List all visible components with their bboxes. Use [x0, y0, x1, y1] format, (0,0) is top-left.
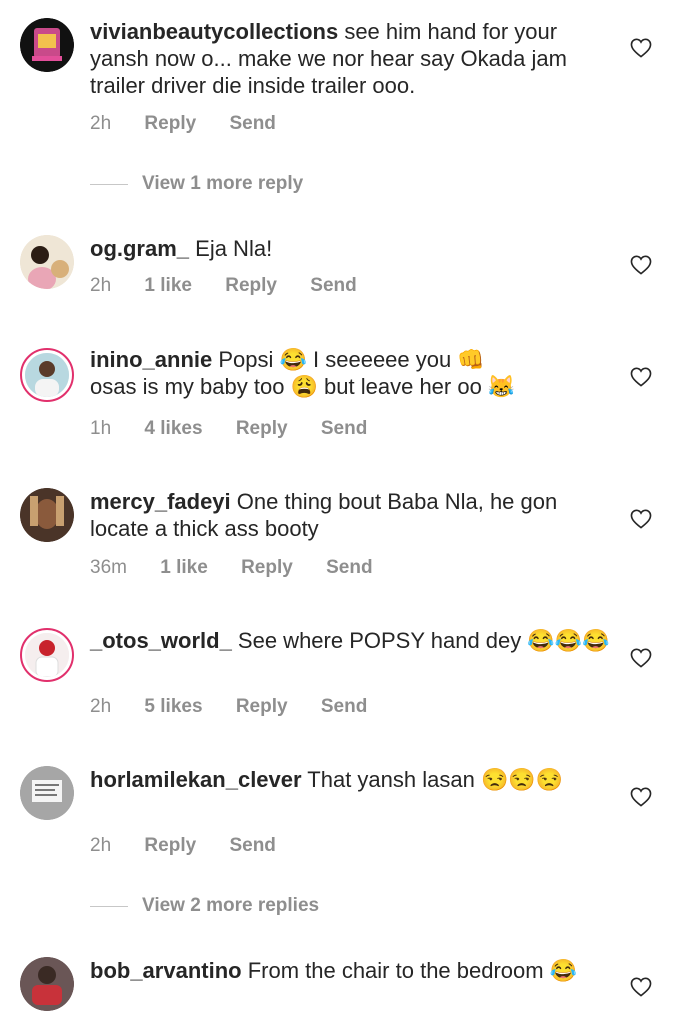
view-more-replies-button[interactable]: View 2 more replies: [90, 895, 319, 917]
avatar[interactable]: [20, 348, 74, 402]
comment-body-line: osas is my baby too 😩 but leave her oo 😹: [90, 374, 516, 399]
comment-meta: 36m 1 like Reply Send: [90, 557, 401, 579]
reply-button[interactable]: Reply: [144, 113, 196, 134]
comment-body: That yansh lasan 😒😒😒: [301, 767, 564, 792]
divider-line: [90, 905, 128, 907]
comment-body: See where POPSY hand dey 😂😂😂: [231, 628, 610, 653]
heart-outline-icon[interactable]: [630, 38, 652, 58]
comment-meta: 2h 1 like Reply Send: [90, 275, 385, 297]
view-more-label: View 2 more replies: [142, 895, 320, 916]
comment-username[interactable]: bob_arvantino: [90, 958, 242, 983]
comment-meta: 1h 4 likes Reply Send: [90, 418, 395, 440]
comment-username[interactable]: mercy_fadeyi: [90, 489, 231, 514]
comment-text: horlamilekan_clever That yansh lasan 😒😒😒: [90, 766, 610, 793]
comment-time: 2h: [90, 275, 112, 296]
send-button[interactable]: Send: [326, 557, 372, 578]
reply-button[interactable]: Reply: [236, 696, 288, 717]
comment-time: 36m: [90, 557, 127, 578]
reply-button[interactable]: Reply: [225, 275, 277, 296]
heart-outline-icon[interactable]: [630, 255, 652, 275]
comment-body: From the chair to the bedroom 😂: [241, 958, 578, 983]
comment-text: vivianbeautycollections see him hand for…: [90, 18, 610, 99]
comment-time: 2h: [90, 835, 112, 856]
avatar[interactable]: [20, 628, 74, 682]
send-button[interactable]: Send: [321, 418, 367, 439]
avatar[interactable]: [20, 957, 74, 1011]
send-button[interactable]: Send: [229, 113, 275, 134]
heart-outline-icon[interactable]: [630, 367, 652, 387]
like-count[interactable]: 4 likes: [144, 418, 202, 439]
avatar-image: [20, 235, 74, 289]
view-more-replies-button[interactable]: View 1 more reply: [90, 173, 303, 195]
avatar[interactable]: [20, 235, 74, 289]
comment-text: _otos_world_ See where POPSY hand dey 😂😂…: [90, 627, 610, 654]
send-button[interactable]: Send: [310, 275, 356, 296]
send-button[interactable]: Send: [321, 696, 367, 717]
avatar[interactable]: [20, 488, 74, 542]
comment-time: 1h: [90, 418, 112, 439]
comment-text: inino_annie Popsi 😂 I seeeeee you 👊 osas…: [90, 346, 610, 400]
reply-button[interactable]: Reply: [241, 557, 293, 578]
comment-username[interactable]: og.gram_: [90, 236, 189, 261]
comment-time: 2h: [90, 696, 112, 717]
like-count[interactable]: 1 like: [160, 557, 208, 578]
comment-username[interactable]: horlamilekan_clever: [90, 767, 302, 792]
avatar[interactable]: [20, 18, 74, 72]
comment-username[interactable]: inino_annie: [90, 347, 212, 372]
comment-meta: 2h Reply Send: [90, 835, 304, 857]
comment-body: Eja Nla!: [189, 236, 273, 261]
avatar-image: [20, 766, 74, 820]
divider-line: [90, 183, 128, 185]
comment-text: bob_arvantino From the chair to the bedr…: [90, 957, 610, 984]
comment-username[interactable]: _otos_world_: [90, 628, 232, 653]
comment-body-line: Popsi 😂 I seeeeee you 👊: [212, 347, 485, 372]
heart-outline-icon[interactable]: [630, 509, 652, 529]
heart-outline-icon[interactable]: [630, 787, 652, 807]
avatar-image: [25, 353, 69, 397]
comment-text: mercy_fadeyi One thing bout Baba Nla, he…: [90, 488, 610, 542]
reply-button[interactable]: Reply: [144, 835, 196, 856]
avatar-image: [20, 488, 74, 542]
comment-text: og.gram_ Eja Nla!: [90, 235, 610, 262]
view-more-label: View 1 more reply: [142, 173, 304, 194]
heart-outline-icon[interactable]: [630, 648, 652, 668]
like-count[interactable]: 5 likes: [144, 696, 202, 717]
avatar-image: [25, 633, 69, 677]
heart-outline-icon[interactable]: [630, 977, 652, 997]
comment-username[interactable]: vivianbeautycollections: [90, 19, 338, 44]
avatar-image: [20, 957, 74, 1011]
comment-meta: 2h Reply Send: [90, 113, 304, 135]
avatar[interactable]: [20, 766, 74, 820]
like-count[interactable]: 1 like: [144, 275, 192, 296]
avatar-image: [20, 18, 74, 72]
send-button[interactable]: Send: [229, 835, 275, 856]
reply-button[interactable]: Reply: [236, 418, 288, 439]
comment-time: 2h: [90, 113, 112, 134]
comment-meta: 2h 5 likes Reply Send: [90, 696, 395, 718]
